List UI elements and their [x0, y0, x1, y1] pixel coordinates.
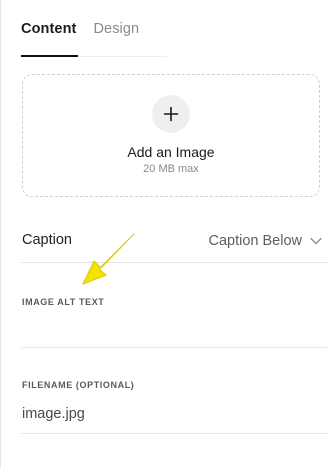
divider	[21, 433, 327, 434]
image-block-editor-panel: Content Design Add an Image 20 MB max Ca…	[0, 0, 334, 468]
tab-design[interactable]: Design	[93, 21, 139, 37]
arrow-pointer-icon	[82, 233, 135, 285]
caption-dropdown[interactable]: Caption Below	[209, 230, 323, 252]
caption-setting: Caption Caption Below	[22, 230, 327, 252]
plus-icon	[163, 106, 179, 122]
divider	[21, 347, 327, 348]
caption-selected-value: Caption Below	[208, 233, 303, 249]
tab-content[interactable]: Content	[21, 21, 76, 37]
image-upload-dropzone[interactable]: Add an Image 20 MB max	[22, 74, 320, 197]
add-image-label: Add an Image	[127, 144, 215, 160]
max-size-label: 20 MB max	[143, 163, 199, 175]
filename-input[interactable]	[22, 402, 322, 426]
filename-label: FILENAME (OPTIONAL)	[22, 380, 135, 390]
add-image-button[interactable]	[152, 95, 190, 133]
alt-text-label: IMAGE ALT TEXT	[22, 297, 105, 307]
chevron-down-icon	[310, 237, 322, 245]
alt-text-input[interactable]	[22, 318, 322, 342]
divider	[21, 262, 327, 263]
active-tab-indicator	[21, 55, 78, 57]
caption-label: Caption	[22, 232, 72, 248]
tab-bar: Content Design	[21, 21, 139, 37]
